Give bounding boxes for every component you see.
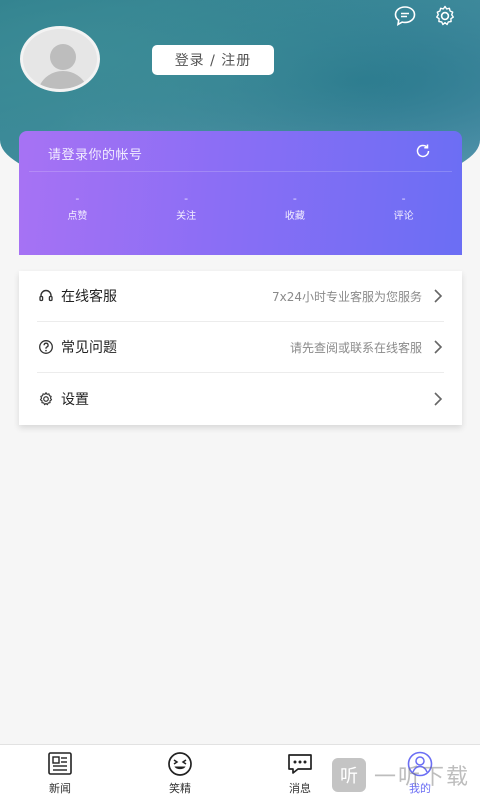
top-right-icons bbox=[392, 4, 458, 28]
tab-label: 新闻 bbox=[49, 782, 71, 795]
chevron-right-icon bbox=[434, 340, 443, 354]
menu-item-online-service[interactable]: 在线客服 7x24小时专业客服为您服务 bbox=[37, 271, 444, 322]
question-icon bbox=[37, 338, 55, 356]
chevron-right-icon bbox=[434, 289, 443, 303]
watermark-badge: 听 bbox=[331, 758, 366, 792]
stats-row: - 点赞 - 关注 - 收藏 - 评论 bbox=[19, 192, 462, 223]
stat-comments[interactable]: - 评论 bbox=[359, 192, 449, 223]
watermark: 听 一听下载 bbox=[331, 758, 470, 792]
card-divider bbox=[29, 171, 452, 172]
menu-item-settings[interactable]: 设置 bbox=[37, 373, 444, 424]
settings-gear-icon[interactable] bbox=[432, 4, 458, 28]
stat-label: 关注 bbox=[176, 211, 197, 222]
news-icon bbox=[45, 751, 75, 777]
account-title[interactable]: 请登录你的帐号 bbox=[48, 144, 143, 163]
menu-label: 常见问题 bbox=[61, 340, 117, 356]
stat-label: 收藏 bbox=[284, 211, 305, 222]
stat-value: - bbox=[292, 192, 297, 205]
avatar[interactable] bbox=[20, 26, 100, 92]
gear-icon bbox=[37, 390, 55, 408]
tab-news[interactable]: 新闻 bbox=[0, 745, 120, 800]
stat-following[interactable]: - 关注 bbox=[141, 192, 231, 223]
menu-hint: 请先查阅或联系在线客服 bbox=[289, 340, 422, 355]
stat-value: - bbox=[401, 192, 406, 205]
stat-value: - bbox=[75, 192, 80, 205]
login-register-button[interactable]: 登录 / 注册 bbox=[152, 45, 274, 75]
stat-favorites[interactable]: - 收藏 bbox=[250, 192, 340, 223]
menu-card: 在线客服 7x24小时专业客服为您服务 常见问题 请先查阅或联系在线客服 设置 bbox=[19, 271, 462, 425]
menu-label: 设置 bbox=[61, 391, 89, 408]
tab-jokes[interactable]: 笑精 bbox=[120, 745, 240, 800]
stat-likes[interactable]: - 点赞 bbox=[32, 192, 122, 223]
stat-label: 点赞 bbox=[67, 211, 88, 222]
watermark-text: 一听下载 bbox=[373, 765, 470, 790]
chat-bubble-icon bbox=[285, 751, 315, 777]
stat-label: 评论 bbox=[393, 211, 414, 222]
account-card: 请登录你的帐号 - 点赞 - 关注 - 收藏 - 评论 bbox=[19, 131, 462, 255]
laugh-face-icon bbox=[165, 751, 195, 777]
message-icon[interactable] bbox=[392, 4, 418, 28]
menu-hint: 7x24小时专业客服为您服务 bbox=[271, 289, 422, 304]
tab-label: 笑精 bbox=[169, 782, 191, 795]
stat-value: - bbox=[184, 192, 189, 205]
menu-label: 在线客服 bbox=[61, 289, 117, 305]
chevron-right-icon bbox=[434, 391, 443, 406]
tab-label: 消息 bbox=[289, 782, 311, 795]
headset-icon bbox=[37, 287, 55, 305]
refresh-icon[interactable] bbox=[414, 142, 432, 160]
menu-item-faq[interactable]: 常见问题 请先查阅或联系在线客服 bbox=[37, 322, 444, 373]
